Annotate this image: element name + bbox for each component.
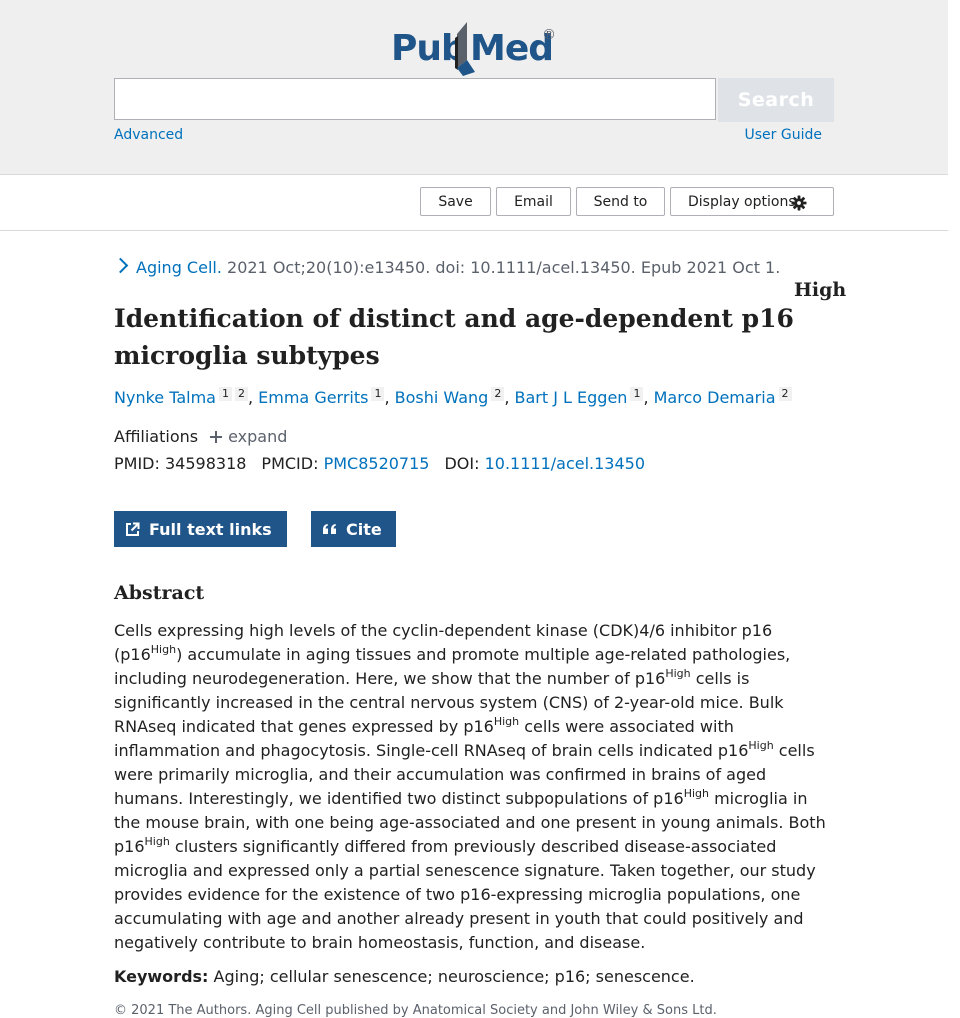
abstract-segment: clusters significantly differed from pre…	[114, 837, 816, 952]
pmcid-label: PMCID:	[261, 454, 319, 473]
save-button[interactable]: Save	[420, 187, 491, 216]
affiliation-number[interactable]: 2	[491, 387, 505, 401]
author-list: Nynke Talma 1 2, Emma Gerrits 1, Boshi Wang…	[114, 387, 792, 407]
abstract-superscript: High	[144, 834, 170, 848]
abstract-text: Cells expressing high levels of the cycl…	[114, 619, 834, 955]
citation-line: Aging Cell. 2021 Oct;20(10):e13450. doi:…	[112, 257, 781, 277]
advanced-search-link[interactable]: Advanced	[114, 127, 183, 143]
email-button[interactable]: Email	[496, 187, 571, 216]
copyright-notice: © 2021 The Authors. Aging Cell published…	[114, 1003, 717, 1018]
affiliation-number[interactable]: 1	[218, 387, 232, 401]
author-link[interactable]: Nynke Talma	[114, 388, 216, 407]
abstract-superscript: High	[748, 738, 774, 752]
keywords-label: Keywords:	[114, 967, 209, 986]
author-separator: ,	[384, 388, 395, 407]
quote-icon	[323, 524, 337, 534]
abstract-superscript: High	[683, 786, 709, 800]
abstract-heading: Abstract	[114, 582, 205, 604]
article-toolbar: Save Email Send to Display options	[0, 175, 948, 231]
plus-icon	[210, 431, 223, 443]
article-identifiers: PMID: 34598318 PMCID: PMC8520715 DOI: 10.1…	[114, 454, 645, 473]
keywords: Keywords: Aging; cellular senescence; ne…	[114, 967, 695, 986]
abstract-superscript: High	[665, 666, 691, 680]
affiliation-number[interactable]: 1	[371, 387, 385, 401]
author-link[interactable]: Marco Demaria	[654, 388, 776, 407]
author-link[interactable]: Boshi Wang	[395, 388, 489, 407]
journal-link[interactable]: Aging Cell.	[136, 258, 222, 277]
external-link-icon	[126, 522, 140, 536]
chevron-right-icon[interactable]	[112, 257, 129, 274]
expand-label: expand	[228, 427, 288, 446]
author-link[interactable]: Emma Gerrits	[258, 388, 368, 407]
author-separator: ,	[504, 388, 515, 407]
title-superscript: High	[793, 279, 847, 301]
gear-icon	[791, 195, 807, 211]
full-text-links-button[interactable]: Full text links	[114, 511, 287, 547]
display-options-label: Display options	[688, 193, 796, 210]
full-text-label: Full text links	[149, 519, 272, 539]
logo-registered-mark: ®	[542, 27, 556, 43]
logo-text-med: Med	[470, 28, 554, 69]
user-guide-link[interactable]: User Guide	[745, 127, 822, 143]
affiliations-expand-toggle[interactable]: expand	[198, 427, 287, 446]
send-to-button[interactable]: Send to	[576, 187, 665, 216]
doi-link[interactable]: 10.1111/acel.13450	[485, 454, 645, 473]
pmid-label: PMID:	[114, 454, 160, 473]
abstract-superscript: High	[493, 714, 520, 728]
affiliations-row: Affiliations expand	[114, 427, 287, 446]
author-separator: ,	[247, 388, 259, 407]
abstract-superscript: High	[150, 642, 177, 656]
doi-label: DOI:	[444, 454, 480, 473]
citation-details: 2021 Oct;20(10):e13450. doi: 10.1111/ace…	[227, 258, 781, 277]
affiliation-number[interactable]: 2	[234, 387, 248, 401]
search-button[interactable]: Search	[718, 78, 834, 122]
title-text-2: microglia subtypes	[114, 341, 380, 370]
author-link[interactable]: Bart J L Eggen	[515, 388, 628, 407]
title-text-1: Identification of distinct and age-depen…	[114, 304, 794, 333]
affiliations-label: Affiliations	[114, 427, 199, 446]
article-title: Identification of distinct and age-depen…	[114, 281, 854, 374]
affiliation-number[interactable]: 2	[778, 387, 792, 401]
author-separator: ,	[643, 388, 654, 407]
affiliation-number[interactable]: 1	[630, 387, 644, 401]
pmcid-link[interactable]: PMC8520715	[324, 454, 430, 473]
search-input[interactable]	[114, 78, 716, 120]
header: Pub Med ® Search Advanced User Guide	[0, 0, 948, 175]
keywords-text: Aging; cellular senescence; neuroscience…	[213, 967, 695, 986]
cite-button[interactable]: Cite	[311, 511, 396, 547]
cite-label: Cite	[346, 519, 382, 539]
pmid-value: 34598318	[164, 454, 247, 473]
display-options-button[interactable]: Display options	[670, 187, 834, 216]
